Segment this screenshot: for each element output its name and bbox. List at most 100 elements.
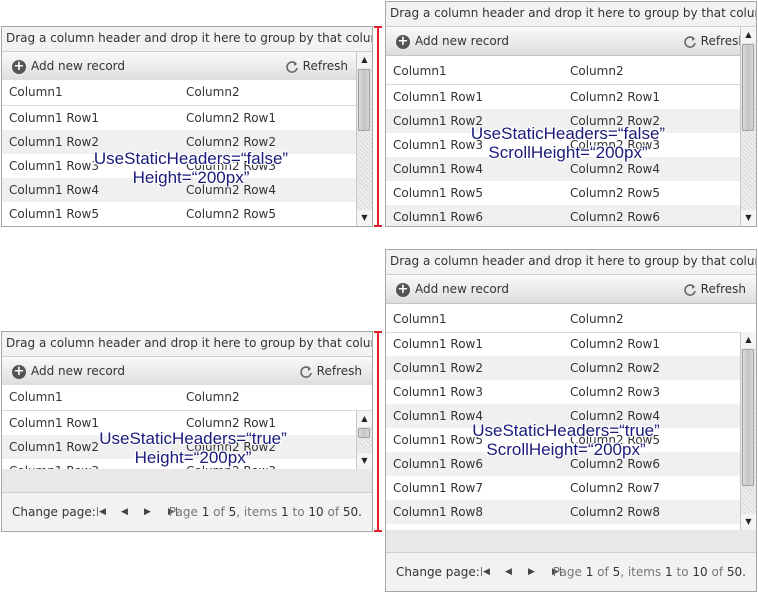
next-page-icon[interactable]: ▶: [528, 553, 535, 591]
annotation-label: UseStaticHeaders=“false” Height=“200px”: [92, 149, 290, 187]
next-page-icon[interactable]: ▶: [144, 493, 151, 531]
info-text: to: [676, 565, 689, 579]
add-label: Add new record: [415, 282, 509, 296]
refresh-label: Refresh: [316, 364, 362, 378]
page-info: Page 1 of 5, items 1 to 10 of 50.: [552, 565, 746, 579]
add-new-record-button[interactable]: + Add new record: [12, 363, 125, 379]
column2-header[interactable]: Column2: [179, 385, 372, 410]
annotation-line: UseStaticHeaders=“true”: [99, 429, 287, 448]
table-row[interactable]: Column1 Row8 Column2 Row8: [386, 500, 740, 524]
annotation-line: UseStaticHeaders=“false”: [93, 149, 289, 168]
grid-static-false-height: Drag a column header and drop it here to…: [1, 26, 373, 227]
refresh-button[interactable]: Refresh: [299, 363, 362, 379]
column1-header[interactable]: Column1: [2, 385, 179, 410]
info-text: Page: [168, 505, 198, 519]
cell: Column2 Row8: [570, 505, 660, 519]
refresh-button[interactable]: Refresh: [285, 58, 348, 74]
refresh-icon: [285, 60, 298, 73]
first-page-icon[interactable]: |◀: [480, 553, 490, 591]
scroll-down-arrow-icon[interactable]: ▼: [741, 210, 756, 226]
info-value: 50.: [726, 565, 746, 579]
scroll-thumb[interactable]: [358, 69, 370, 131]
refresh-icon: [683, 35, 696, 48]
cell: Column1 Row1: [9, 111, 99, 125]
group-panel[interactable]: Drag a column header and drop it here to…: [2, 27, 372, 52]
table-row[interactable]: Column1 Row1 Column2 Row1: [2, 106, 356, 130]
cell: Column2 Row3: [570, 385, 660, 399]
vertical-scrollbar[interactable]: ▲ ▼: [740, 27, 756, 226]
column1-header[interactable]: Column1: [2, 80, 179, 105]
annotation-line: ScrollHeight=“200px”: [488, 143, 648, 162]
column2-header[interactable]: Column2: [563, 59, 740, 84]
table-row[interactable]: Column1 Row5 Column2 Row5: [2, 202, 356, 226]
column1-header[interactable]: Column1: [386, 307, 563, 332]
pager: Change page: |◀ ◀ ▶ ▶| Page 1 of 5, item…: [386, 552, 756, 591]
page-info: Page 1 of 5, items 1 to 10 of 50.: [168, 505, 362, 519]
cell: Column2 Row1: [570, 337, 660, 351]
table-row[interactable]: Column1 Row3 Column2 Row3: [386, 380, 740, 404]
add-new-record-button[interactable]: + Add new record: [12, 58, 125, 74]
cell: Column1 Row1: [393, 337, 483, 351]
refresh-icon: [299, 365, 312, 378]
scroll-thumb[interactable]: [358, 428, 370, 438]
cell: Column2 Row5: [570, 186, 660, 200]
scroll-thumb[interactable]: [742, 44, 754, 131]
vertical-scrollbar[interactable]: ▲ ▼: [356, 411, 372, 469]
scroll-thumb[interactable]: [742, 349, 754, 486]
scroll-up-arrow-icon[interactable]: ▲: [357, 411, 372, 427]
height-marker-tick: [374, 225, 382, 227]
info-text: of: [327, 505, 340, 519]
column2-header[interactable]: Column2: [563, 307, 756, 332]
add-label: Add new record: [31, 59, 125, 73]
first-page-icon[interactable]: |◀: [96, 493, 106, 531]
table-row[interactable]: Column1 Row6 Column2 Row6: [386, 205, 740, 226]
cell: Column2 Row1: [186, 111, 276, 125]
refresh-button[interactable]: Refresh: [683, 281, 746, 297]
command-bar: + Add new record Refresh: [386, 275, 756, 304]
info-text: Page: [552, 565, 582, 579]
cell: Column1 Row6: [393, 210, 483, 224]
vertical-scrollbar[interactable]: ▲ ▼: [356, 52, 372, 226]
table-row[interactable]: Column1 Row2 Column2 Row2: [386, 356, 740, 380]
plus-icon: +: [396, 33, 410, 49]
info-text: items: [627, 565, 662, 579]
info-value: 10: [308, 505, 324, 519]
vertical-scrollbar[interactable]: ▲ ▼: [740, 332, 756, 530]
info-text: of: [597, 565, 609, 579]
command-bar: + Add new record Refresh: [2, 357, 372, 386]
prev-page-icon[interactable]: ◀: [505, 553, 512, 591]
annotation-line: Height=“200px”: [132, 168, 250, 187]
info-value: 1: [665, 565, 673, 579]
scroll-down-arrow-icon[interactable]: ▼: [741, 514, 756, 530]
scroll-down-arrow-icon[interactable]: ▼: [357, 453, 372, 469]
add-new-record-button[interactable]: + Add new record: [396, 281, 509, 297]
table-row[interactable]: Column1 Row1 Column2 Row1: [386, 85, 740, 109]
prev-page-icon[interactable]: ◀: [121, 493, 128, 531]
command-bar: + Add new record Refresh: [2, 52, 372, 81]
group-panel[interactable]: Drag a column header and drop it here to…: [386, 250, 756, 275]
table-row[interactable]: Column1 Row1 Column2 Row1: [386, 332, 740, 356]
add-new-record-button[interactable]: + Add new record: [396, 33, 509, 49]
info-value: 5: [612, 565, 621, 579]
change-page-label: Change page:: [396, 565, 480, 579]
group-panel[interactable]: Drag a column header and drop it here to…: [2, 332, 372, 357]
grid-empty-area: [386, 530, 756, 553]
info-value: 5: [228, 505, 237, 519]
refresh-button[interactable]: Refresh: [683, 33, 746, 49]
table-row[interactable]: Column1 Row5 Column2 Row5: [386, 181, 740, 205]
cell: Column1 Row1: [393, 90, 483, 104]
change-page-label: Change page:: [12, 505, 96, 519]
table-row[interactable]: Column1 Row7 Column2 Row7: [386, 476, 740, 500]
add-label: Add new record: [31, 364, 125, 378]
group-panel[interactable]: Drag a column header and drop it here to…: [386, 2, 756, 27]
scroll-down-arrow-icon[interactable]: ▼: [357, 210, 372, 226]
cell: Column1 Row5: [9, 207, 99, 221]
scroll-up-arrow-icon[interactable]: ▲: [741, 332, 756, 348]
header-row: Column1 Column2: [2, 385, 372, 411]
scroll-up-arrow-icon[interactable]: ▲: [741, 27, 756, 43]
height-marker-tick: [374, 26, 382, 28]
annotation-label: UseStaticHeaders=“false” ScrollHeight=“2…: [468, 124, 668, 162]
column1-header[interactable]: Column1: [386, 59, 563, 84]
column2-header[interactable]: Column2: [179, 80, 356, 105]
scroll-up-arrow-icon[interactable]: ▲: [357, 52, 372, 68]
